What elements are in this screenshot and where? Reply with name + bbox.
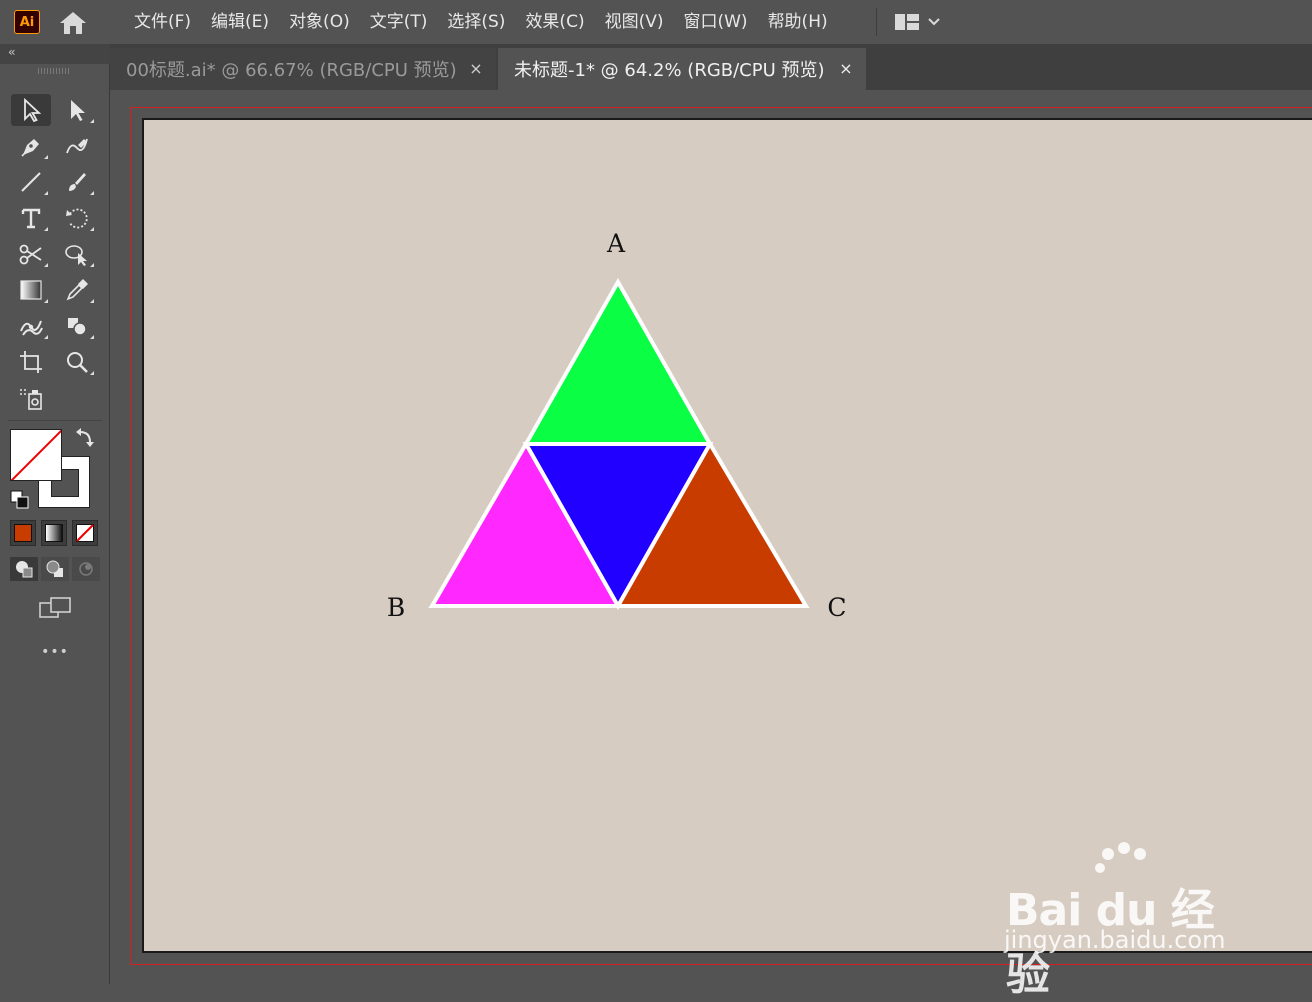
- vertex-label-a: A: [606, 229, 626, 258]
- home-icon[interactable]: [58, 9, 88, 37]
- zoom-tool-icon[interactable]: [57, 346, 97, 378]
- selection-tool-icon[interactable]: [11, 94, 51, 126]
- triangle-artwork[interactable]: A B C: [144, 120, 1312, 951]
- default-colors-icon[interactable]: [10, 490, 30, 510]
- vertex-label-c: C: [827, 593, 846, 622]
- puppet-warp-tool-icon[interactable]: [11, 310, 51, 342]
- screen-mode-icon[interactable]: [35, 592, 75, 624]
- pen-tool-icon[interactable]: [11, 130, 51, 162]
- menu-view[interactable]: 视图(V): [595, 0, 674, 44]
- gradient-mode-button[interactable]: [41, 520, 67, 546]
- gradient-tool-icon[interactable]: [11, 274, 51, 306]
- shape-builder-tool-icon[interactable]: [57, 238, 97, 270]
- artboard-tool-icon[interactable]: [11, 346, 51, 378]
- rotate-tool-icon[interactable]: [57, 202, 97, 234]
- menu-type[interactable]: 文字(T): [360, 0, 438, 44]
- menu-window[interactable]: 窗口(W): [673, 0, 757, 44]
- menu-edit[interactable]: 编辑(E): [201, 0, 279, 44]
- tools-panel-header: ‹‹: [0, 44, 110, 64]
- shaper-tool-icon[interactable]: [57, 310, 97, 342]
- tab-document-untitled[interactable]: 未标题-1* @ 64.2% (RGB/CPU 预览) ×: [498, 48, 866, 90]
- panel-divider: [8, 420, 102, 421]
- color-mode-button[interactable]: [10, 520, 36, 546]
- layout-grid-icon: [895, 14, 919, 30]
- menu-divider: [876, 8, 877, 36]
- close-icon[interactable]: ×: [836, 58, 856, 78]
- more-tools-button[interactable]: •••: [0, 644, 110, 660]
- triangle-top[interactable]: [522, 277, 714, 446]
- artboard[interactable]: A B C: [142, 118, 1312, 953]
- menu-effect[interactable]: 效果(C): [515, 0, 594, 44]
- tab-label: 未标题-1* @ 64.2% (RGB/CPU 预览): [514, 60, 825, 81]
- collapse-panel-icon[interactable]: ‹‹: [8, 45, 15, 59]
- panel-grip[interactable]: [38, 68, 70, 74]
- curvature-tool-icon[interactable]: [57, 130, 97, 162]
- line-segment-tool-icon[interactable]: [11, 166, 51, 198]
- workspace-switcher[interactable]: [890, 8, 952, 36]
- tab-label: 00标题.ai* @ 66.67% (RGB/CPU 预览): [126, 60, 457, 81]
- chevron-down-icon: [928, 18, 940, 26]
- baidu-watermark: Bai du 经验 jingyan.baidu.com: [1002, 840, 1252, 1000]
- tools-panel: ‹‹ •••: [0, 44, 110, 984]
- eyedropper-tool-icon[interactable]: [57, 274, 97, 306]
- draw-inside-button[interactable]: [72, 557, 100, 581]
- tab-document-00[interactable]: 00标题.ai* @ 66.67% (RGB/CPU 预览) ×: [110, 48, 496, 90]
- menu-help[interactable]: 帮助(H): [758, 0, 838, 44]
- fill-swatch[interactable]: [10, 429, 62, 481]
- vertex-label-b: B: [387, 593, 405, 622]
- watermark-url: jingyan.baidu.com: [1004, 926, 1226, 954]
- app-logo[interactable]: Ai: [14, 10, 40, 34]
- type-tool-icon[interactable]: [11, 202, 51, 234]
- direct-selection-tool-icon[interactable]: [57, 94, 97, 126]
- close-icon[interactable]: ×: [466, 58, 486, 78]
- none-mode-button[interactable]: [72, 520, 98, 546]
- symbol-sprayer-tool-icon[interactable]: [11, 382, 51, 414]
- scissors-tool-icon[interactable]: [11, 238, 51, 270]
- menu-select[interactable]: 选择(S): [437, 0, 515, 44]
- draw-behind-button[interactable]: [41, 557, 69, 581]
- swap-fill-stroke-icon[interactable]: [74, 428, 96, 450]
- document-tab-bar: 00标题.ai* @ 66.67% (RGB/CPU 预览) × 未标题-1* …: [110, 44, 1312, 90]
- menu-file[interactable]: 文件(F): [124, 0, 201, 44]
- draw-normal-button[interactable]: [10, 557, 38, 581]
- menu-items: 文件(F) 编辑(E) 对象(O) 文字(T) 选择(S) 效果(C) 视图(V…: [124, 0, 838, 44]
- paintbrush-tool-icon[interactable]: [57, 166, 97, 198]
- menu-bar: Ai 文件(F) 编辑(E) 对象(O) 文字(T) 选择(S) 效果(C) 视…: [0, 0, 1312, 44]
- menu-object[interactable]: 对象(O): [279, 0, 360, 44]
